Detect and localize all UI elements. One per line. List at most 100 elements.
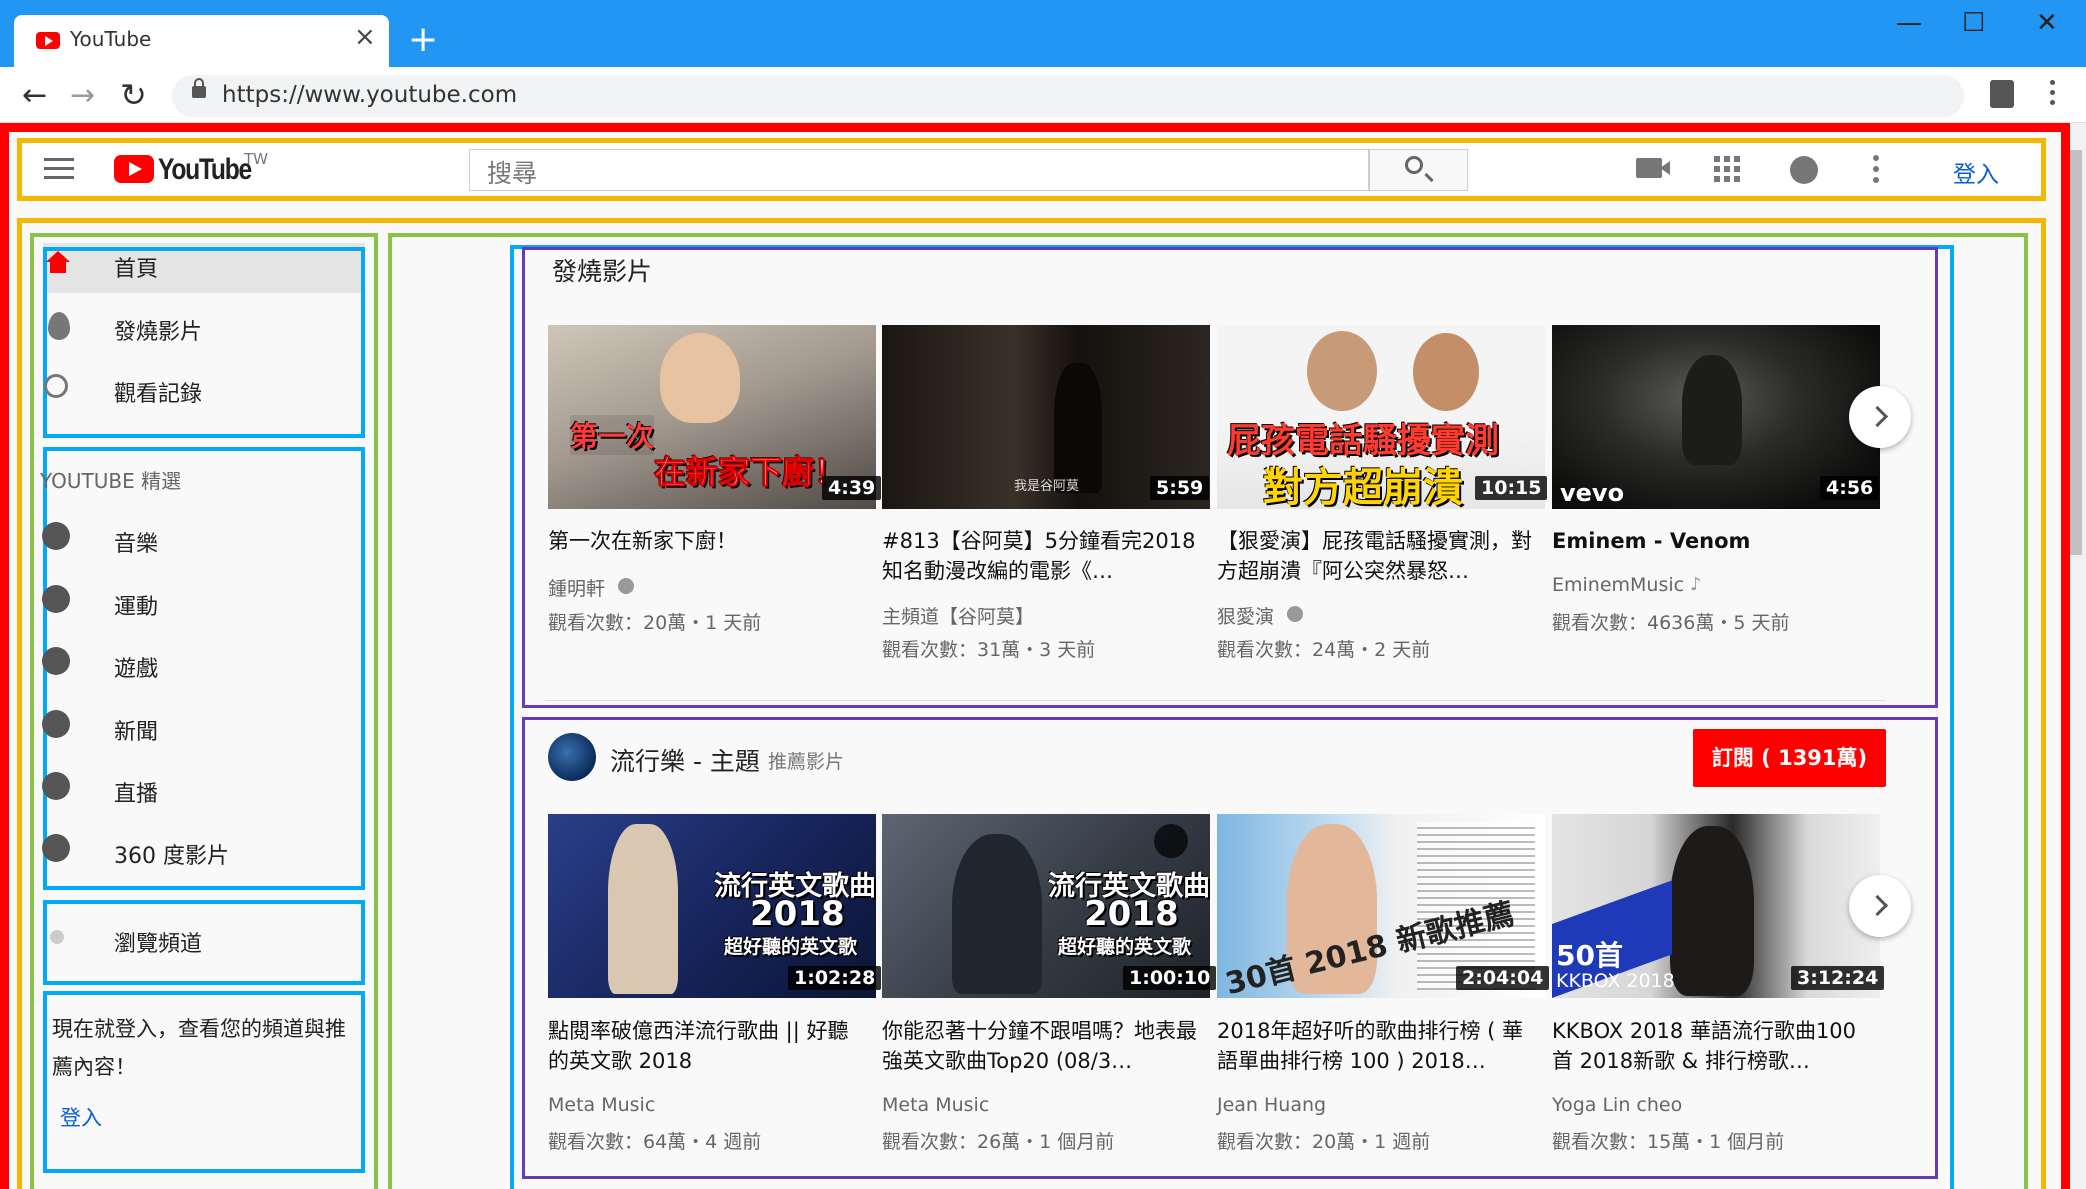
video-title[interactable]: 點閱率破億西洋流行歌曲 || 好聽的英文歌 2018 xyxy=(548,1016,868,1076)
sidebar-section-best xyxy=(43,447,365,890)
sidebar-item-history[interactable]: 觀看記錄 xyxy=(114,376,202,408)
gaming-icon xyxy=(42,647,70,675)
video-duration: 10:15 xyxy=(1475,476,1548,500)
thumbnail-person xyxy=(660,333,740,423)
video-channel[interactable]: Meta Music xyxy=(548,1094,655,1116)
reload-icon[interactable]: ↻ xyxy=(120,76,147,114)
channel-avatar[interactable] xyxy=(548,733,596,781)
thumbnail-caption: 50首 xyxy=(1556,939,1623,972)
video-title[interactable]: 【狠愛演】屁孩電話騷擾實測，對方超崩潰『阿公突然暴怒… xyxy=(1217,526,1537,586)
search-icon[interactable] xyxy=(1405,156,1423,174)
video-title[interactable]: 第一次在新家下廚！ xyxy=(548,526,868,556)
sidebar-item-trending[interactable]: 發燒影片 xyxy=(114,314,202,346)
sidebar-item-360[interactable]: 360 度影片 xyxy=(114,838,229,870)
video-duration: 3:12:24 xyxy=(1791,966,1885,990)
video-duration: 2:04:04 xyxy=(1456,966,1550,990)
sidebar-item-browse-channels[interactable]: 瀏覽頻道 xyxy=(114,926,202,958)
news-icon xyxy=(42,710,70,738)
thumbnail-caption: 超好聽的英文歌 xyxy=(724,936,858,958)
shelf-title[interactable]: 流行樂 - 主題 xyxy=(610,742,760,778)
thumbnail-caption: 第一次 xyxy=(570,415,655,455)
video-meta: 觀看次數：4636萬・5 天前 xyxy=(1552,612,1790,634)
forward-arrow-icon[interactable]: → xyxy=(70,78,95,113)
sidebar-section-main xyxy=(43,247,365,438)
thumbnail-person xyxy=(1413,333,1479,411)
youtube-wordmark[interactable]: YouTube xyxy=(158,153,252,187)
add-circle-icon xyxy=(50,930,64,944)
minimize-button[interactable]: — xyxy=(1896,10,1922,36)
sidebar-item-music[interactable]: 音樂 xyxy=(114,526,158,558)
sidebar-item-sports[interactable]: 運動 xyxy=(114,589,158,621)
video-title[interactable]: 2018年超好听的歌曲排行榜 ( 華語單曲排行榜 100 ) 2018… xyxy=(1217,1016,1537,1076)
upload-video-icon[interactable] xyxy=(1636,158,1670,178)
signin-button[interactable]: 登入 xyxy=(1953,155,1999,189)
back-arrow-icon[interactable]: ← xyxy=(22,78,47,113)
sidebar-item-home[interactable]: 首頁 xyxy=(114,251,158,283)
video-meta: 觀看次數：20萬・1 天前 xyxy=(548,612,762,634)
signin-prompt-text: 現在就登入，查看您的頻道與推薦內容！ xyxy=(52,1017,346,1079)
thumbnail-caption: 對方超崩潰 xyxy=(1263,465,1463,509)
search-input[interactable] xyxy=(469,149,1369,191)
hamburger-menu-icon[interactable] xyxy=(44,158,74,180)
fire-icon xyxy=(48,312,70,340)
video-channel[interactable]: 狠愛演 xyxy=(1217,602,1274,629)
video-meta: 觀看次數：64萬・4 週前 xyxy=(548,1131,762,1153)
thumbnail-caption: 在新家下廚！ xyxy=(653,453,847,492)
thumbnail-caption: 超好聽的英文歌 xyxy=(1058,936,1192,958)
video-meta: 觀看次數：26萬・1 個月前 xyxy=(882,1131,1115,1153)
video-meta: 觀看次數：24萬・2 天前 xyxy=(1217,639,1431,661)
maximize-button[interactable]: ☐ xyxy=(1962,10,1985,36)
video-channel[interactable]: Jean Huang xyxy=(1217,1094,1326,1116)
thumbnail-caption: 我是谷阿莫 xyxy=(1014,479,1080,494)
tab-close-icon[interactable]: × xyxy=(354,24,376,50)
video-channel[interactable]: 鍾明軒 xyxy=(548,574,605,601)
video-channel[interactable]: Yoga Lin cheo xyxy=(1552,1094,1682,1116)
apps-grid-icon[interactable] xyxy=(1714,156,1740,182)
sidebar-item-gaming[interactable]: 遊戲 xyxy=(114,651,158,683)
shelf-next-arrow-icon[interactable] xyxy=(1849,386,1911,448)
thumbnail-person xyxy=(1670,826,1754,996)
music-icon xyxy=(42,522,70,550)
youtube-logo-icon[interactable] xyxy=(114,155,154,183)
vevo-logo: vevo xyxy=(1560,479,1625,507)
live-icon xyxy=(42,772,70,800)
lock-icon xyxy=(192,78,206,98)
video-meta: 觀看次數：20萬・1 週前 xyxy=(1217,1131,1431,1153)
messages-icon[interactable] xyxy=(1790,156,1818,184)
home-icon xyxy=(46,251,70,273)
thumbnail-figure xyxy=(1054,363,1102,493)
sidebar-signin-link[interactable]: 登入 xyxy=(60,1102,102,1132)
sidebar-item-news[interactable]: 新聞 xyxy=(114,714,158,746)
sidebar-item-live[interactable]: 直播 xyxy=(114,776,158,808)
video-channel[interactable]: EminemMusic xyxy=(1552,574,1684,596)
360-icon xyxy=(42,834,70,862)
video-duration: 1:00:10 xyxy=(1123,966,1217,990)
video-title[interactable]: KKBOX 2018 華語流行歌曲100首 2018新歌 & 排行榜歌… xyxy=(1552,1016,1872,1076)
profile-badge-icon[interactable] xyxy=(1990,80,2014,108)
video-channel[interactable]: Meta Music xyxy=(882,1094,989,1116)
browser-tab[interactable]: YouTube × xyxy=(14,15,389,67)
shelf-next-arrow-icon[interactable] xyxy=(1849,875,1911,937)
thumbnail-person xyxy=(1307,331,1377,411)
new-tab-button[interactable]: + xyxy=(408,22,438,58)
subscribe-button[interactable]: 訂閱 ( 1391萬) xyxy=(1693,729,1886,787)
url-text[interactable]: https://www.youtube.com xyxy=(222,82,517,108)
video-channel[interactable]: 主頻道【谷阿莫】 xyxy=(882,602,1034,629)
verified-badge-icon xyxy=(1287,606,1303,622)
video-meta: 觀看次數：15萬・1 個月前 xyxy=(1552,1131,1785,1153)
thumbnail-person xyxy=(608,824,678,994)
more-options-icon[interactable] xyxy=(1873,155,1879,183)
sports-icon xyxy=(42,585,70,613)
history-icon xyxy=(44,374,68,398)
browser-menu-icon[interactable] xyxy=(2050,80,2056,106)
video-title[interactable]: 你能忍著十分鐘不跟唱嗎？地表最強英文歌曲Top20 (08/3… xyxy=(882,1016,1202,1076)
sidebar-section-browse xyxy=(43,900,365,985)
thumbnail-figure xyxy=(1682,355,1742,465)
window-close-button[interactable]: ✕ xyxy=(2036,10,2058,36)
shelf-divider xyxy=(545,700,1885,701)
shelf-title[interactable]: 發燒影片 xyxy=(552,252,652,288)
video-title[interactable]: Eminem - Venom xyxy=(1552,526,1872,556)
watch-later-icon[interactable] xyxy=(1154,824,1188,858)
region-code: TW xyxy=(244,150,268,168)
video-title[interactable]: #813【谷阿莫】5分鐘看完2018知名動漫改編的電影《… xyxy=(882,526,1202,586)
